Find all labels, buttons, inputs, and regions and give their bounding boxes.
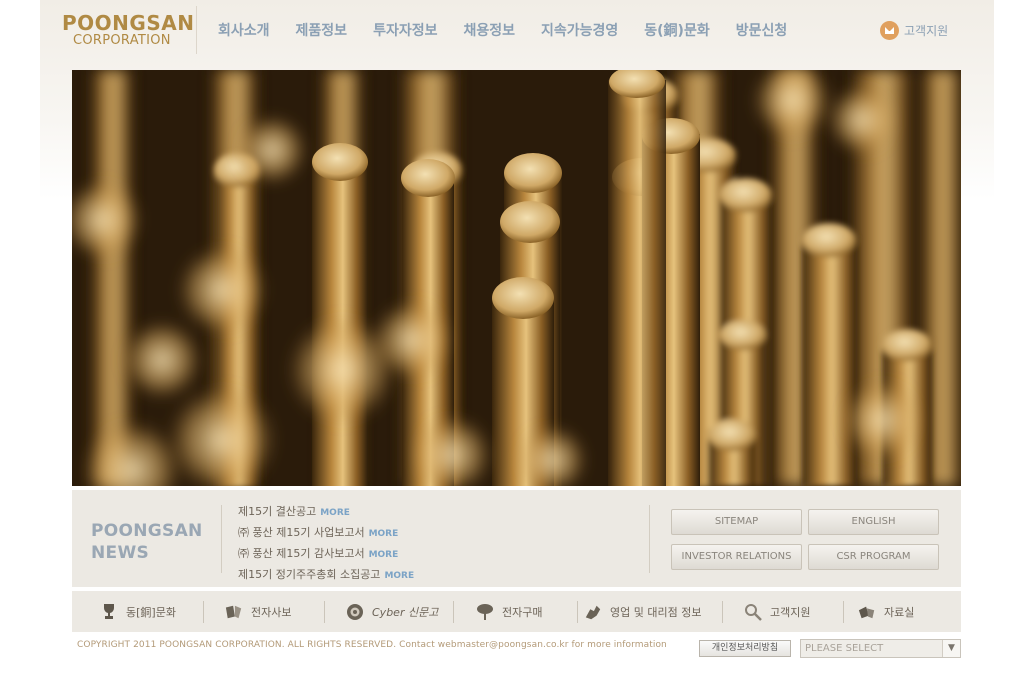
bottom-menu-cyber-petition[interactable]: Cyber 신문고 — [346, 591, 438, 632]
news-list: 제15기 결산공고 MORE ㈜ 풍산 제15기 사업보고서 MORE ㈜ 풍산 제… — [238, 502, 414, 586]
bottom-menu-label: 전자사보 — [251, 605, 292, 619]
nav-item-copper-culture[interactable]: 동(銅)문화 — [644, 20, 709, 40]
select-value: PLEASE SELECT — [805, 643, 884, 654]
news-item-text: 제15기 정기주주총회 소집공고 — [238, 568, 381, 581]
more-link[interactable]: MORE — [369, 529, 399, 539]
mail-icon — [880, 21, 899, 40]
handshake-icon — [584, 603, 602, 621]
menu-separator — [453, 601, 454, 623]
books-icon — [858, 603, 876, 621]
bottom-menu-support[interactable]: 고객지원 — [744, 591, 810, 632]
menu-separator — [843, 601, 844, 623]
page: POONGSAN CORPORATION 회사소개 제품정보 투자자정보 채용정… — [0, 0, 1034, 682]
customer-support-label: 고객지원 — [904, 24, 949, 38]
book-icon — [225, 603, 243, 621]
bottom-menu: 동[銅]문화 전자사보 Cyber 신문고 전자구매 영업 및 대리점 정보 고… — [72, 591, 961, 632]
news-item[interactable]: ㈜ 풍산 제15기 감사보고서 MORE — [238, 544, 414, 565]
bottom-menu-sales-agency[interactable]: 영업 및 대리점 정보 — [584, 591, 701, 632]
nav-item-careers[interactable]: 채용정보 — [463, 20, 515, 40]
bottom-menu-label: 전자구매 — [502, 605, 543, 619]
bottom-menu-newsletter[interactable]: 전자사보 — [225, 591, 291, 632]
english-button[interactable]: ENGLISH — [808, 509, 939, 535]
news-title-line1: POONGSAN — [91, 521, 203, 541]
chevron-down-icon[interactable]: ▼ — [942, 640, 960, 657]
news-title: POONGSAN NEWS — [91, 520, 203, 564]
logo-wordmark: POONGSAN — [62, 11, 195, 35]
logo-subtitle: CORPORATION — [73, 33, 171, 48]
news-item-text: ㈜ 풍산 제15기 감사보고서 — [238, 547, 365, 560]
bottom-menu-label: Cyber 신문고 — [372, 605, 439, 619]
hero-image — [72, 70, 961, 486]
more-link[interactable]: MORE — [320, 508, 350, 518]
brass-rods-illustration — [72, 70, 961, 486]
family-site-select[interactable]: PLEASE SELECT ▼ — [800, 639, 961, 658]
bottom-menu-label: 영업 및 대리점 정보 — [610, 605, 702, 619]
menu-separator — [324, 601, 325, 623]
menu-separator — [203, 601, 204, 623]
main-nav: 회사소개 제품정보 투자자정보 채용정보 지속가능경영 동(銅)문화 방문신청 — [218, 20, 787, 40]
privacy-policy-button[interactable]: 개인정보처리방침 — [699, 640, 791, 657]
csr-program-button[interactable]: CSR PROGRAM — [808, 544, 939, 570]
news-title-line2: NEWS — [91, 543, 150, 563]
nav-item-sustainability[interactable]: 지속가능경영 — [541, 20, 618, 40]
news-item[interactable]: 제15기 정기주주총회 소집공고 MORE — [238, 565, 414, 586]
customer-support-link[interactable]: 고객지원 — [880, 21, 948, 40]
menu-separator — [722, 601, 723, 623]
drum-icon — [346, 603, 364, 621]
poongsan-logo[interactable]: POONGSAN CORPORATION — [62, 11, 194, 51]
news-item[interactable]: 제15기 결산공고 MORE — [238, 502, 414, 523]
sitemap-button[interactable]: SITEMAP — [671, 509, 802, 535]
bottom-menu-label: 동[銅]문화 — [126, 605, 176, 619]
more-link[interactable]: MORE — [384, 571, 414, 581]
news-item-text: 제15기 결산공고 — [238, 505, 317, 518]
news-item[interactable]: ㈜ 풍산 제15기 사업보고서 MORE — [238, 523, 414, 544]
magnifier-icon — [744, 603, 762, 621]
menu-separator — [577, 601, 578, 623]
bottom-menu-label: 자료실 — [884, 605, 915, 619]
bottom-menu-e-procurement[interactable]: 전자구매 — [476, 591, 542, 632]
nav-item-visit[interactable]: 방문신청 — [736, 20, 788, 40]
news-panel: POONGSAN NEWS 제15기 결산공고 MORE ㈜ 풍산 제15기 사업… — [72, 490, 961, 587]
news-divider — [221, 505, 222, 573]
news-item-text: ㈜ 풍산 제15기 사업보고서 — [238, 526, 365, 539]
bottom-menu-copper-culture[interactable]: 동[銅]문화 — [100, 591, 176, 632]
bottom-menu-archive[interactable]: 자료실 — [858, 591, 914, 632]
investor-relations-button[interactable]: INVESTOR RELATIONS — [671, 544, 802, 570]
trophy-icon — [100, 603, 118, 621]
quick-links-divider — [649, 505, 650, 573]
bottom-menu-label: 고객지원 — [770, 605, 811, 619]
copyright-text: COPYRIGHT 2011 POONGSAN CORPORATION. ALL… — [77, 640, 667, 650]
nav-item-company[interactable]: 회사소개 — [218, 20, 270, 40]
nav-item-investors[interactable]: 투자자정보 — [373, 20, 437, 40]
more-link[interactable]: MORE — [369, 550, 399, 560]
tree-icon — [476, 603, 494, 621]
nav-item-products[interactable]: 제품정보 — [296, 20, 348, 40]
header-divider — [196, 6, 197, 54]
